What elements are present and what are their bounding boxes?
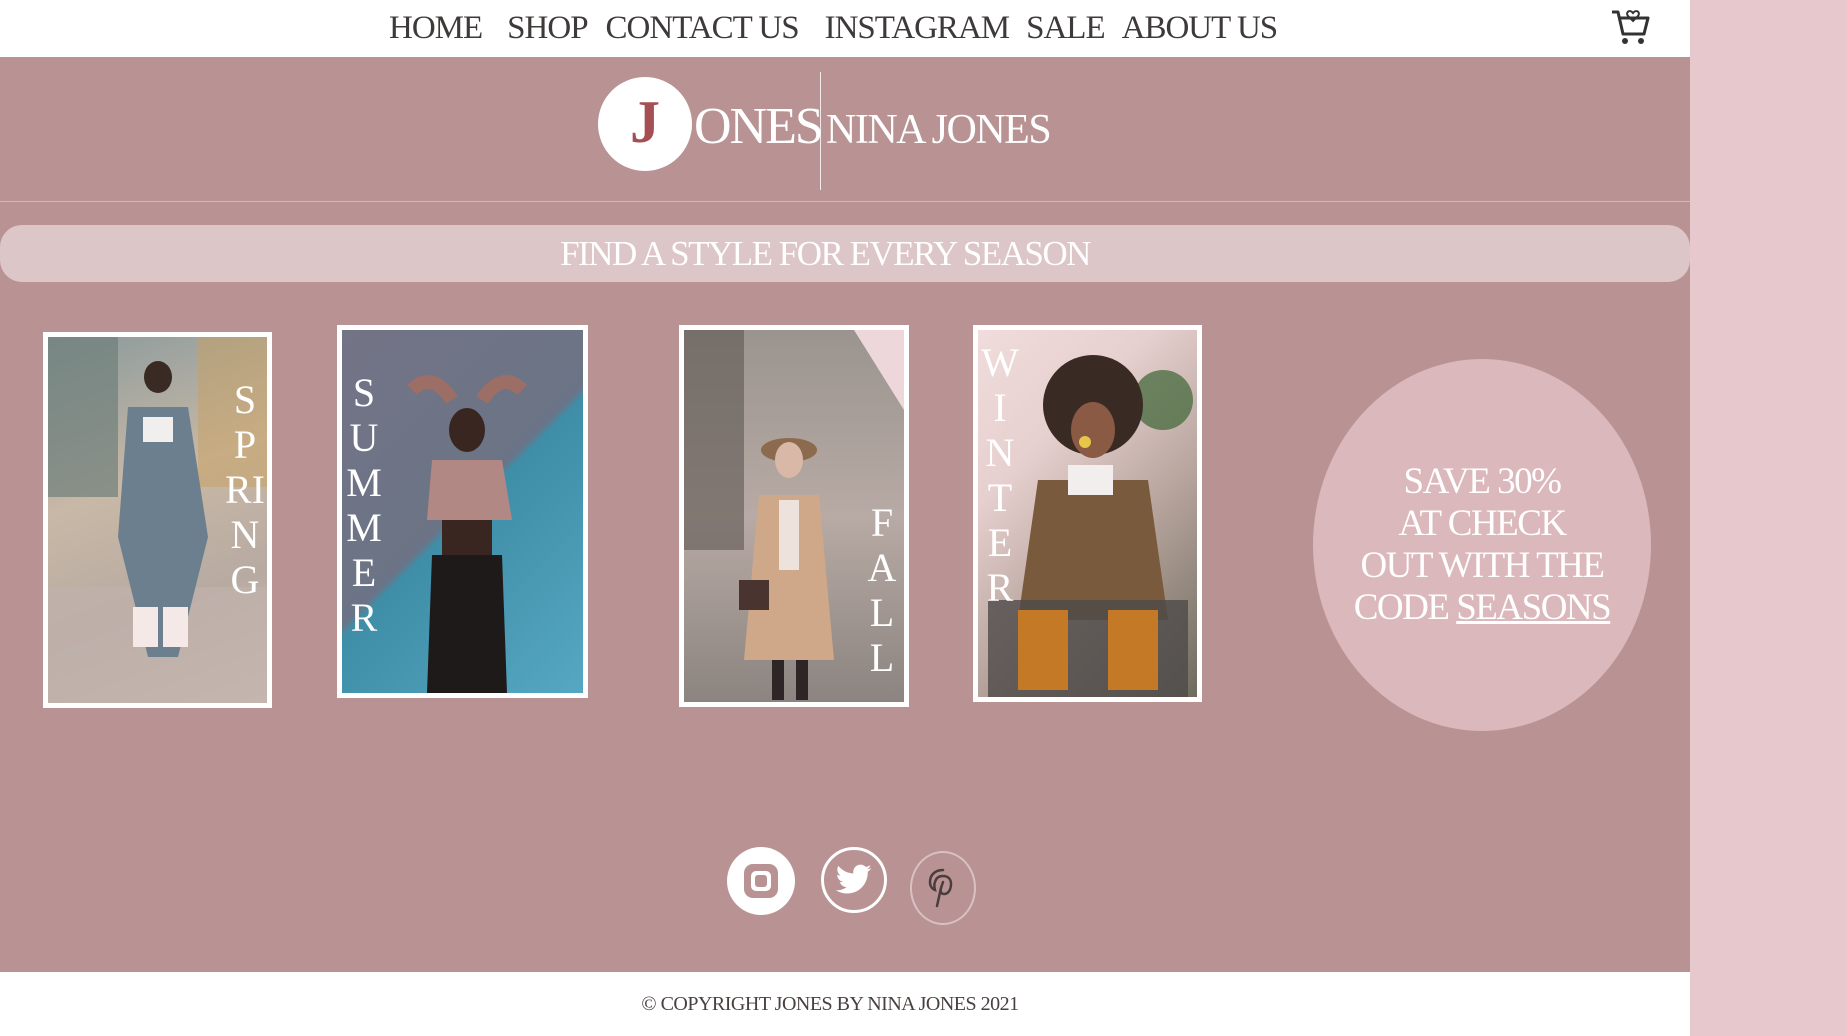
- season-label-winter: WINTER: [981, 340, 1019, 610]
- nav-sale[interactable]: SALE: [1026, 10, 1105, 47]
- pinterest-icon[interactable]: [910, 851, 976, 925]
- promo-code-link[interactable]: SEASONS: [1456, 587, 1612, 628]
- twitter-icon[interactable]: [821, 847, 887, 913]
- season-card-winter[interactable]: WINTER: [973, 325, 1202, 702]
- season-label-fall: FALL: [867, 500, 897, 680]
- shopping-cart-icon[interactable]: [1608, 4, 1652, 48]
- season-banner: FIND A STYLE FOR EVERY SEASON: [0, 225, 1690, 282]
- footer-copyright: © COPYRIGHT JONES BY NINA JONES 2021: [641, 992, 1020, 1016]
- winter-photo: WINTER: [978, 330, 1197, 697]
- banner-text: FIND A STYLE FOR EVERY SEASON: [560, 233, 1091, 273]
- season-card-spring[interactable]: SPRING: [43, 332, 272, 708]
- season-label-summer: SUMMER: [346, 370, 382, 640]
- nav-about-us[interactable]: ABOUT US: [1122, 10, 1279, 47]
- promo-line-1: SAVE 30%: [1403, 461, 1562, 502]
- promo-line-3: OUT WITH THE: [1360, 545, 1605, 586]
- copyright-symbol: ©: [641, 992, 657, 1015]
- promo-line-2: AT CHECK: [1398, 503, 1567, 544]
- site-header: J ONES NINA JONES: [0, 57, 1690, 201]
- footer-text: COPYRIGHT JONES BY NINA JONES 2021: [660, 992, 1020, 1015]
- season-label-spring: SPRING: [225, 377, 265, 602]
- summer-photo: SUMMER: [342, 330, 583, 693]
- promo-line-4: CODE SEASONS: [1352, 587, 1612, 629]
- side-panel: [1690, 0, 1847, 1036]
- nav-home[interactable]: HOME: [389, 10, 483, 47]
- season-card-summer[interactable]: SUMMER: [337, 325, 588, 698]
- header-divider: [0, 201, 1690, 202]
- nav-links: HOME SHOP CONTACT US INSTAGRAM SALE ABOU…: [389, 6, 1279, 50]
- spring-photo: SPRING: [48, 337, 267, 703]
- nav-instagram[interactable]: INSTAGRAM: [825, 10, 1011, 47]
- promo-circle: SAVE 30% AT CHECK OUT WITH THE CODE SEAS…: [1313, 359, 1651, 731]
- logo-letter: J: [630, 88, 660, 155]
- season-card-fall[interactable]: FALL: [679, 325, 909, 707]
- site-container: HOME SHOP CONTACT US INSTAGRAM SALE ABOU…: [0, 0, 1690, 1036]
- logo-word: ONES: [694, 98, 824, 155]
- fall-photo: FALL: [684, 330, 904, 702]
- brand-name: NINA JONES: [826, 107, 1052, 153]
- top-nav: HOME SHOP CONTACT US INSTAGRAM SALE ABOU…: [0, 0, 1690, 57]
- promo-text: SAVE 30% AT CHECK OUT WITH THE CODE SEAS…: [1352, 461, 1612, 629]
- promo-code-prefix: CODE: [1353, 587, 1457, 628]
- instagram-icon[interactable]: [727, 847, 795, 915]
- logo-divider: [820, 72, 821, 190]
- logo-badge[interactable]: J: [598, 77, 692, 171]
- site-footer: © COPYRIGHT JONES BY NINA JONES 2021: [0, 972, 1690, 1036]
- nav-contact-us[interactable]: CONTACT US: [606, 10, 800, 47]
- nav-shop[interactable]: SHOP: [507, 10, 588, 47]
